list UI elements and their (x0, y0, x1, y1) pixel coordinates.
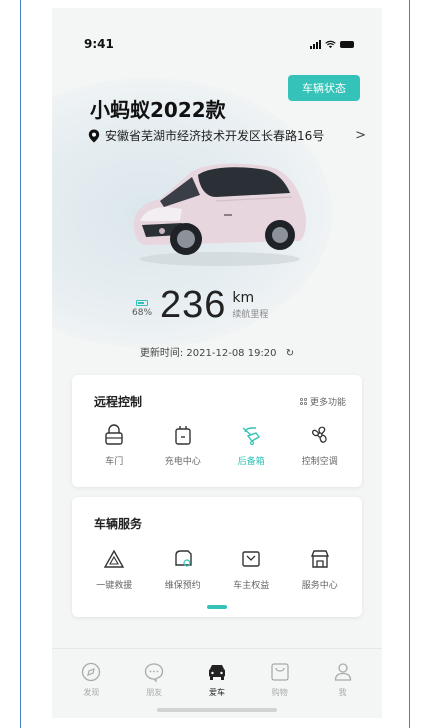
location-pin-icon (88, 129, 100, 142)
grid-icon (299, 398, 307, 405)
vehicle-service-title: 车辆服务 (94, 517, 143, 531)
trunk-icon (242, 427, 261, 446)
location-row[interactable]: 安徽省芜湖市经济技术开发区长春路16号 > (88, 127, 366, 144)
remote-item-door[interactable]: 车门 (83, 424, 145, 467)
service-center-icon (310, 550, 329, 568)
app-screen: 9:41 车辆状态 小蚂蚁2022款 安徽省芜湖市经济技术开发区长春路16号 > (52, 8, 382, 718)
battery-icon (136, 299, 148, 306)
tab-discover[interactable]: 发现 (66, 661, 116, 718)
status-bar: 9:41 (84, 36, 354, 52)
battery-level: 68% (132, 299, 153, 318)
rescue-icon (104, 549, 125, 568)
remote-item-ac[interactable]: 控制空调 (289, 424, 351, 467)
service-item-owner-rights[interactable]: 车主权益 (220, 548, 282, 591)
page-indicator (207, 605, 227, 609)
update-time-row: 更新时间: 2021-12-08 19:20 ↻ (52, 344, 382, 359)
remote-item-charging[interactable]: 充电中心 (152, 424, 214, 467)
remote-control-title: 远程控制 (94, 395, 143, 409)
ac-fan-icon (311, 426, 327, 443)
car-door-icon (105, 424, 123, 445)
service-item-maintenance[interactable]: 维保预约 (152, 548, 214, 591)
service-item-rescue[interactable]: 一键救援 (83, 548, 145, 591)
vehicle-status-button[interactable]: 车辆状态 (288, 75, 360, 101)
location-address: 安徽省芜湖市经济技术开发区长春路16号 (105, 129, 325, 143)
chat-icon (145, 663, 164, 683)
wifi-icon (325, 40, 336, 48)
charging-icon (175, 426, 191, 445)
range-value: 236 (160, 284, 227, 326)
status-time: 9:41 (84, 37, 114, 51)
remote-item-trunk[interactable]: 后备箱 (220, 424, 282, 467)
more-functions-label: 更多功能 (309, 398, 346, 408)
home-indicator (157, 708, 277, 712)
shop-icon (271, 663, 289, 681)
battery-percent-unit: % (143, 307, 153, 318)
refresh-icon[interactable]: ↻ (286, 348, 294, 359)
remote-control-card: 远程控制 更多功能 车门 充电中心 后备箱 控制空调 (72, 375, 362, 487)
car-icon (208, 665, 225, 680)
chevron-right-icon: > (355, 128, 366, 143)
car-image (120, 151, 320, 271)
vehicle-title: 小蚂蚁2022款 (90, 98, 226, 122)
range-label: 续航里程 (232, 310, 269, 320)
service-item-service-center[interactable]: 服务中心 (289, 548, 351, 591)
profile-icon (334, 663, 351, 681)
tab-me[interactable]: 我 (318, 661, 368, 718)
signal-icon (310, 39, 321, 49)
battery-status-icon (340, 40, 354, 48)
status-icons (310, 39, 354, 49)
update-time-label: 更新时间: 2021-12-08 19:20 (139, 348, 277, 359)
owner-rights-icon (242, 551, 260, 567)
discover-icon (82, 662, 101, 682)
range-unit: km (232, 290, 255, 306)
battery-percent: 68 (132, 307, 144, 318)
more-functions-link[interactable]: 更多功能 (299, 395, 346, 408)
vehicle-service-card: 车辆服务 一键救援 维保预约 车主权益 服务中心 (72, 497, 362, 617)
maintenance-icon (175, 550, 192, 567)
range-display: 68% 236 km 续航里程 (132, 284, 268, 327)
